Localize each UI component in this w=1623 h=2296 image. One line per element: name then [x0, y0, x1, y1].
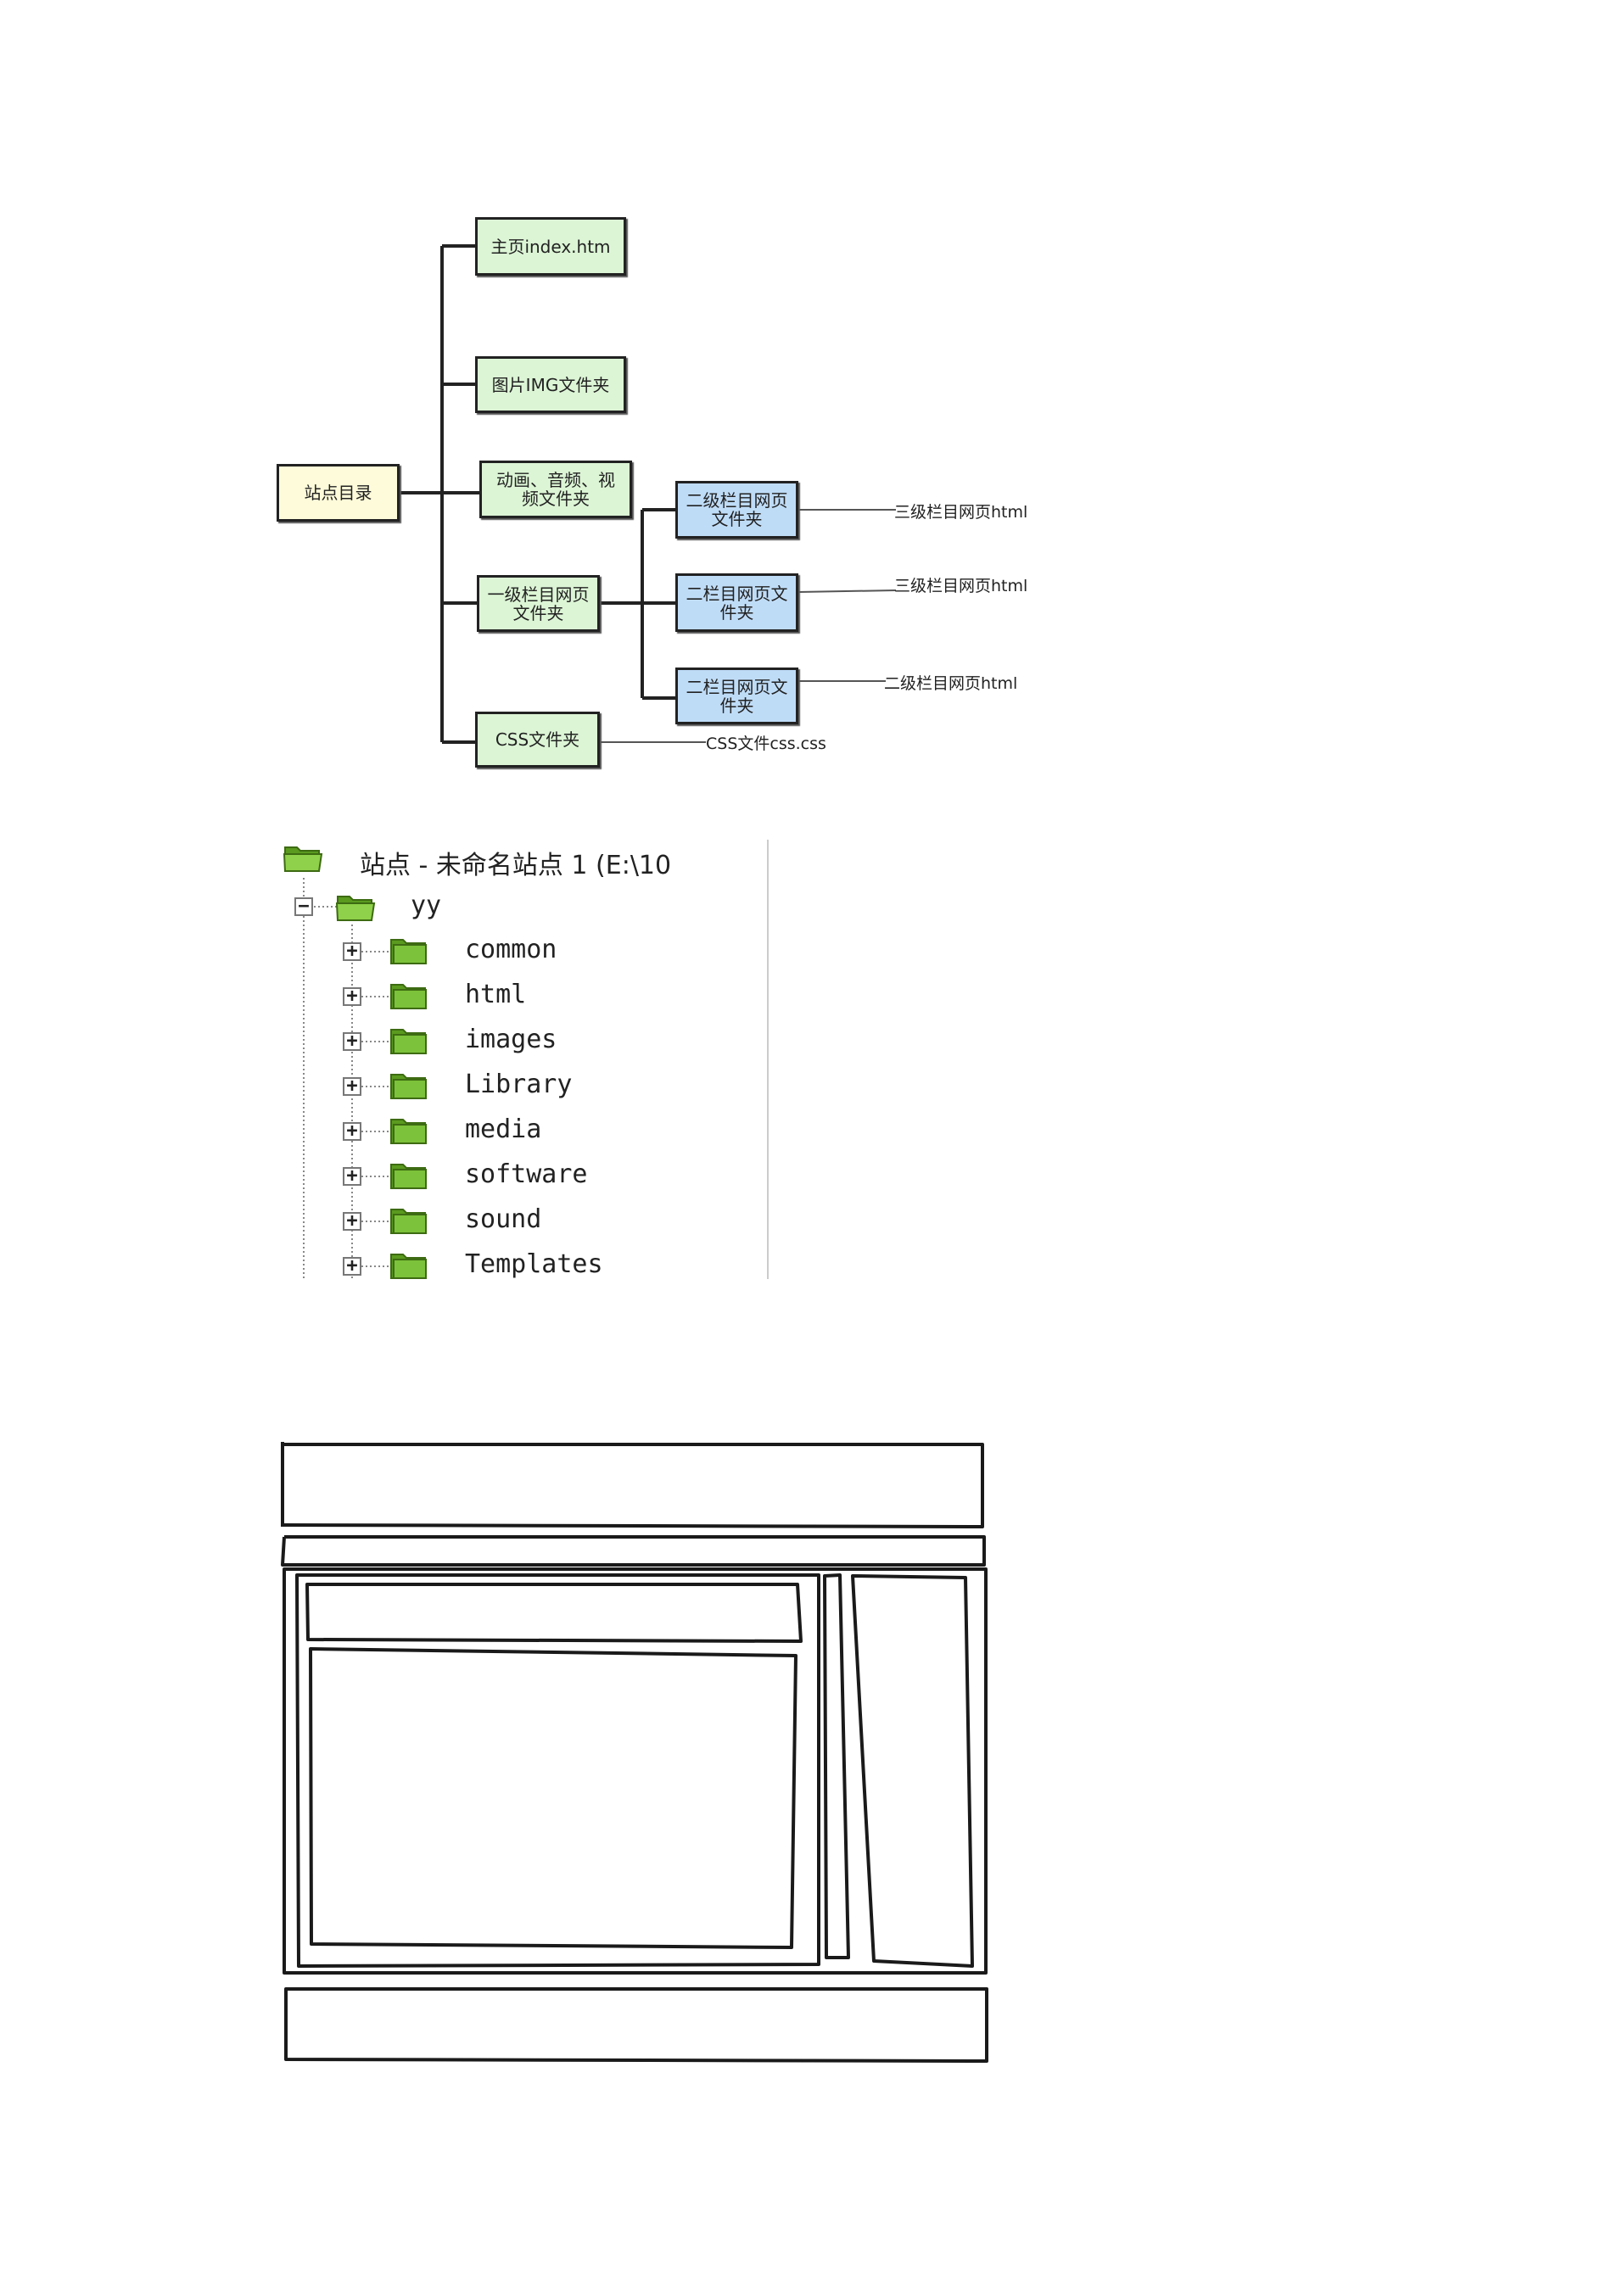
sketch-header	[281, 1442, 984, 1528]
sketch-main-banner	[305, 1583, 803, 1643]
sketch-main-inner	[295, 1573, 820, 1968]
sketch-main-content	[309, 1647, 798, 1949]
sketch-footer	[284, 1987, 988, 2063]
sketch-narrow-column	[823, 1573, 850, 1959]
sketch-main	[283, 1567, 988, 1975]
sketch-nav	[281, 1535, 986, 1567]
sketch-sidebar	[851, 1574, 974, 1968]
layout-sketch	[281, 1442, 988, 2063]
